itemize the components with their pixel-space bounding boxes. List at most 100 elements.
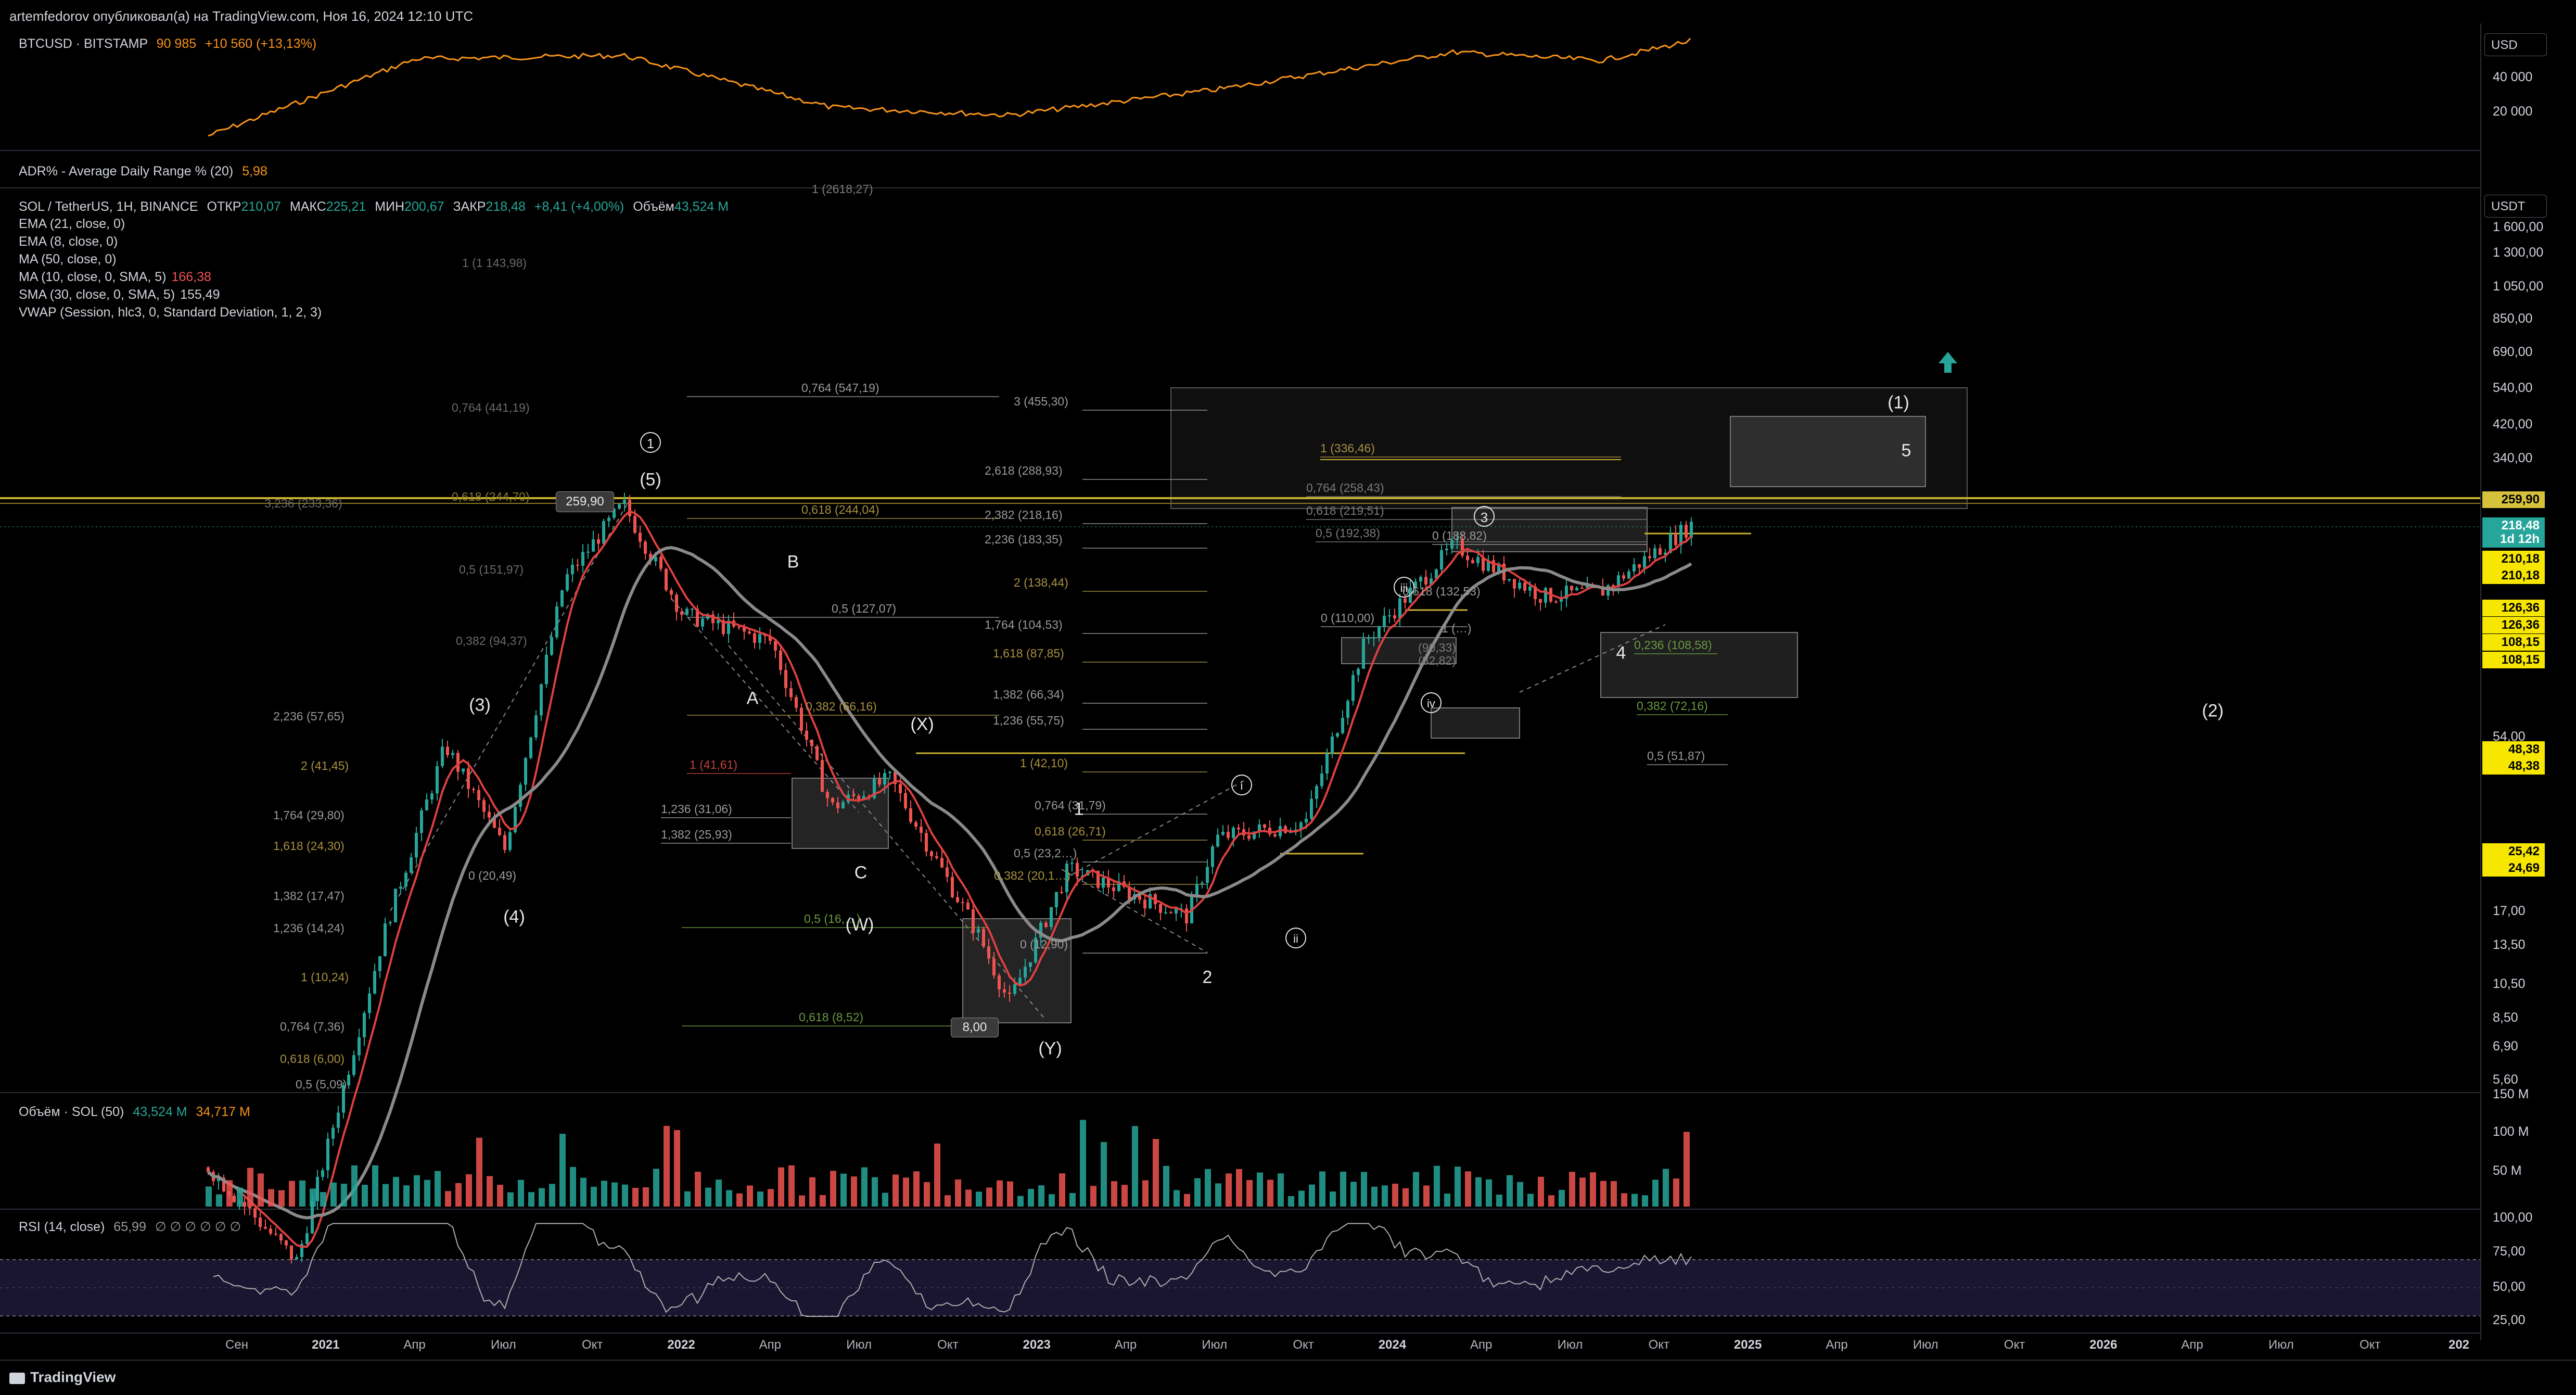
fib-level-label[interactable]: 1,764 (29,80) — [273, 808, 345, 822]
fib-level-label[interactable]: 0 (110,00) — [1321, 611, 1374, 625]
btc-unit[interactable]: USD — [2484, 33, 2547, 56]
fib-level-label[interactable]: 1 (1 143,98) — [462, 256, 527, 270]
fib-level-label[interactable]: 1,764 (104,53) — [985, 618, 1063, 632]
wave-circle-label[interactable]: 1 — [640, 432, 661, 453]
wave-label[interactable]: (5) — [640, 470, 661, 490]
wave-label[interactable]: 5 — [1902, 441, 1911, 461]
indicator-row[interactable]: MA (10, close, 0, SMA, 5) 166,38 — [19, 270, 211, 285]
fib-level-label[interactable]: 0,382 (94,37) — [456, 634, 527, 648]
fib-level-label[interactable]: 0,764 (441,19) — [452, 401, 530, 415]
volume-label[interactable]: Объём · SOL (50) — [19, 1105, 124, 1119]
btc-symbol[interactable]: BTCUSD · BITSTAMP — [19, 36, 148, 51]
time-axis-label: 2022 — [667, 1338, 695, 1352]
indicator-row[interactable]: EMA (8, close, 0) — [19, 234, 118, 249]
fib-level-label[interactable]: 0,764 (31,79) — [1035, 798, 1106, 813]
fib-level-label[interactable]: 1,382 (17,47) — [273, 889, 345, 903]
fib-level-label[interactable]: 0,618 (8,52) — [799, 1010, 863, 1024]
price-tag-259[interactable]: 259,90 — [556, 491, 614, 512]
fib-level-label[interactable]: 2 (138,44) — [1014, 576, 1068, 590]
wave-label[interactable]: B — [787, 552, 799, 573]
fib-level-label[interactable]: 0,5 (51,87) — [1647, 749, 1705, 763]
adr-label[interactable]: ADR% - Average Daily Range % (20) — [19, 164, 233, 179]
fib-level-label[interactable]: 3 (455,30) — [1014, 395, 1068, 409]
fib-level-label[interactable]: 0,5 (16,…) — [804, 912, 861, 926]
wave-label[interactable]: (3) — [469, 695, 491, 716]
zone-box-y[interactable] — [962, 918, 1072, 1023]
btc-line-group — [208, 37, 1691, 137]
fib-level-label[interactable]: 0,5 (192,38) — [1316, 526, 1380, 540]
fib-level-label[interactable]: 0,764 (258,43) — [1306, 481, 1384, 495]
wave-label[interactable]: 2 — [1203, 968, 1213, 988]
fib-level-label[interactable]: 0,764 (7,36) — [280, 1020, 345, 1034]
fib-level-label[interactable]: 0,764 (547,19) — [801, 381, 879, 395]
fib-level-label[interactable]: 1 (41,61) — [690, 758, 737, 772]
fib-level-label[interactable]: 1,236 (31,06) — [661, 802, 732, 816]
fib-level-label[interactable]: 0,618 (132,53) — [1402, 585, 1481, 599]
fib-level-label[interactable]: 0,618 (244,04) — [801, 503, 879, 517]
time-axis-label: 2026 — [2089, 1338, 2118, 1352]
candle-body — [1076, 863, 1079, 877]
fib-level-label[interactable]: 0,5 (151,97) — [459, 563, 524, 577]
fib-level-label[interactable]: 1,236 (55,75) — [993, 714, 1064, 728]
fib-level-label[interactable]: 0,382 (66,16) — [806, 700, 877, 714]
fib-level-label[interactable]: 1 (42,10) — [1020, 756, 1068, 770]
wave-label[interactable]: A — [747, 689, 759, 709]
btc-tick: 20 000 — [2493, 104, 2533, 119]
fib-level-label[interactable]: 1,618 (87,85) — [993, 646, 1064, 661]
fib-level-label[interactable]: 0 (12,90) — [1020, 937, 1068, 952]
sol-symbol[interactable]: SOL / TetherUS, 1H, BINANCE — [19, 199, 198, 214]
zone-box-iv[interactable] — [1431, 707, 1520, 739]
wave-label[interactable]: C — [855, 863, 868, 883]
fib-level-label[interactable]: 0 (188,82) — [1432, 529, 1487, 543]
fib-level-label[interactable]: 0,618 (6,00) — [280, 1052, 345, 1066]
fib-level-label[interactable]: 0,5 (5,09) — [296, 1077, 347, 1092]
indicator-row[interactable]: SMA (30, close, 0, SMA, 5) 155,49 — [19, 287, 220, 302]
wave-label[interactable]: (Y) — [1038, 1039, 1062, 1059]
rsi-label[interactable]: RSI (14, close) — [19, 1220, 105, 1234]
fib-level-label[interactable]: 1,618 (24,30) — [273, 839, 345, 853]
indicator-row[interactable]: EMA (21, close, 0) — [19, 217, 125, 232]
fib-level-label[interactable]: 3,236 (233,36) — [264, 497, 342, 511]
fib-level-label[interactable]: 0,5 (127,07) — [832, 602, 896, 616]
wave-5-box[interactable] — [1730, 416, 1926, 487]
wave-label[interactable]: (1) — [1888, 393, 1909, 413]
tradingview-logo[interactable]: TradingView — [9, 1369, 116, 1386]
wave-label[interactable]: (2) — [2202, 701, 2224, 721]
price-tag-8[interactable]: 8,00 — [951, 1018, 999, 1037]
fib-level-label[interactable]: 2,236 (57,65) — [273, 709, 345, 724]
fib-level-label[interactable]: 0,382 (72,16) — [1637, 699, 1708, 713]
indicator-row[interactable]: MA (50, close, 0) — [19, 252, 117, 267]
fib-level-label[interactable]: 2,382 (218,16) — [985, 508, 1063, 522]
fib-level-label[interactable]: 0,382 (20,1…) — [994, 869, 1070, 883]
fib-level-label[interactable]: 0,236 (108,58) — [1634, 638, 1712, 652]
fib-level-label[interactable]: 2,236 (183,35) — [985, 532, 1063, 547]
fib-level-label[interactable]: 0,618 (244,70) — [452, 490, 530, 504]
fib-level-label[interactable]: 1 (336,46) — [1320, 441, 1375, 455]
wave-label[interactable]: 4 — [1616, 643, 1626, 664]
wave-circle-label[interactable]: 3 — [1474, 506, 1495, 527]
wave-label[interactable]: (X) — [910, 715, 934, 735]
fib-level-label[interactable]: (90,33) — [1418, 641, 1456, 655]
pane-separator[interactable] — [0, 1333, 2480, 1334]
candle-body — [1029, 962, 1032, 967]
fib-level-label[interactable]: 0,5 (23,2…) — [1014, 846, 1077, 860]
fib-level-label[interactable]: (82,82) — [1418, 654, 1456, 668]
fib-level-label[interactable]: 0 (20,49) — [468, 869, 516, 883]
fib-level-label[interactable]: 0,618 (219,51) — [1306, 504, 1384, 518]
fib-level-label[interactable]: 1,382 (25,93) — [661, 828, 732, 842]
up-arrow-icon[interactable] — [1939, 352, 1957, 373]
fib-level-label[interactable]: 0,618 (26,71) — [1035, 825, 1106, 839]
fib-level-label[interactable]: 2,618 (288,93) — [985, 464, 1063, 478]
wave-circle-label[interactable]: i — [1231, 775, 1252, 795]
sol-unit[interactable]: USDT — [2484, 195, 2547, 218]
fib-level-label[interactable]: 1,382 (66,34) — [993, 688, 1064, 702]
fib-level-label[interactable]: 1 (10,24) — [301, 970, 349, 984]
indicator-row[interactable]: VWAP (Session, hlc3, 0, Standard Deviati… — [19, 305, 322, 320]
wave-circle-label[interactable]: ii — [1285, 928, 1306, 948]
fib-level-label[interactable]: 1 (…) — [1442, 622, 1472, 636]
fib-level-label[interactable]: 2 (41,45) — [301, 759, 349, 773]
fib-level-label[interactable]: 1,236 (14,24) — [273, 921, 345, 935]
wave-circle-label[interactable]: iv — [1421, 692, 1442, 713]
fib-level-label[interactable]: 1 (2618,27) — [812, 182, 873, 196]
wave-label[interactable]: (4) — [503, 907, 525, 928]
